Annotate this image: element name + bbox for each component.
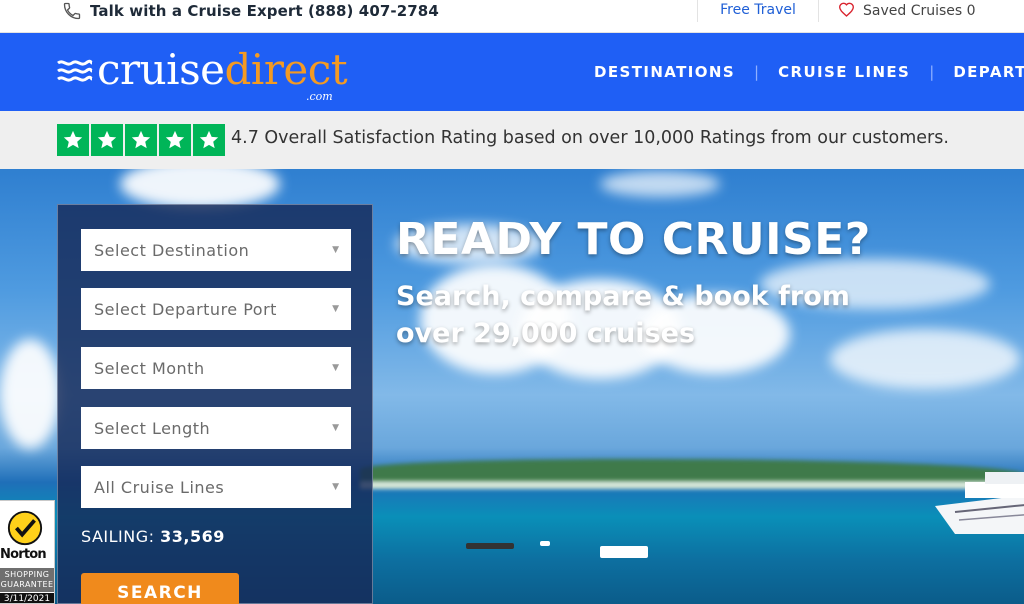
boat [466,543,514,549]
cruise-search-panel: Select Destination ▼ Select Departure Po… [57,204,373,604]
length-select[interactable]: Select Length ▼ [81,407,351,449]
norton-name: Norton [0,547,47,562]
hero-subtitle: Search, compare & book from over 29,000 … [396,281,850,349]
main-navigation: cruisedirect .com DESTINATIONS | CRUISE … [0,33,1024,111]
hero-title: READY TO CRUISE? [396,214,871,265]
norton-badge[interactable]: Norton SHOPPING GUARANTEE 3/11/2021 [0,500,55,604]
heart-icon [838,2,855,21]
shoreline [360,481,1024,489]
select-label: Select Length [94,418,211,438]
cruise-ship [935,472,1024,534]
nav-separator: | [929,63,935,81]
cloud [0,339,60,449]
star-icon [57,124,89,156]
dropdown-caret-icon: ▼ [332,363,339,373]
departure-port-select[interactable]: Select Departure Port ▼ [81,288,351,330]
saved-cruises-label: Saved Cruises 0 [863,3,976,19]
nav-menu: DESTINATIONS | CRUISE LINES | DEPART [594,33,1024,111]
star-icon [125,124,157,156]
phone-label: Talk with a Cruise Expert (888) 407-2784 [90,2,439,20]
nav-item-departure-ports[interactable]: DEPART [953,63,1024,81]
norton-date: 3/11/2021 [0,593,54,603]
phone-contact[interactable]: Talk with a Cruise Expert (888) 407-2784 [62,0,439,22]
month-select[interactable]: Select Month ▼ [81,347,351,389]
search-button[interactable]: SEARCH [81,573,239,604]
star-icon [193,124,225,156]
saved-cruises-link[interactable]: Saved Cruises 0 [838,0,976,22]
phone-icon [62,1,82,21]
sailing-label: SAILING: [81,527,155,546]
nav-separator: | [754,63,760,81]
top-utility-bar: Talk with a Cruise Expert (888) 407-2784… [0,0,1024,33]
cloud [120,169,280,209]
destination-select[interactable]: Select Destination ▼ [81,229,351,271]
logo-waves-icon [56,57,94,89]
sailing-number: 33,569 [160,527,225,546]
select-label: All Cruise Lines [94,477,225,497]
rating-text: 4.7 Overall Satisfaction Rating based on… [231,128,949,148]
trustpilot-stars [57,124,225,156]
dropdown-caret-icon: ▼ [332,482,339,492]
free-travel-link[interactable]: Free Travel [697,0,819,22]
star-icon [91,124,123,156]
dropdown-caret-icon: ▼ [332,423,339,433]
boat [540,541,550,546]
dropdown-caret-icon: ▼ [332,304,339,314]
nav-item-cruise-lines[interactable]: CRUISE LINES [778,63,910,81]
cloud [600,171,720,197]
boat [600,546,648,558]
norton-check-icon [6,509,44,551]
select-label: Select Departure Port [94,299,277,319]
cruisedirect-logo[interactable]: cruisedirect .com [56,45,348,103]
norton-guarantee: SHOPPING GUARANTEE [0,568,54,592]
sailing-count: SAILING: 33,569 [81,527,225,546]
cruise-lines-select[interactable]: All Cruise Lines ▼ [81,466,351,508]
logo-com: .com [306,90,333,103]
select-label: Select Month [94,358,205,378]
nav-item-destinations[interactable]: DESTINATIONS [594,63,735,81]
dropdown-caret-icon: ▼ [332,245,339,255]
logo-wordmark: cruisedirect [97,45,348,94]
star-icon [159,124,191,156]
select-label: Select Destination [94,240,250,260]
